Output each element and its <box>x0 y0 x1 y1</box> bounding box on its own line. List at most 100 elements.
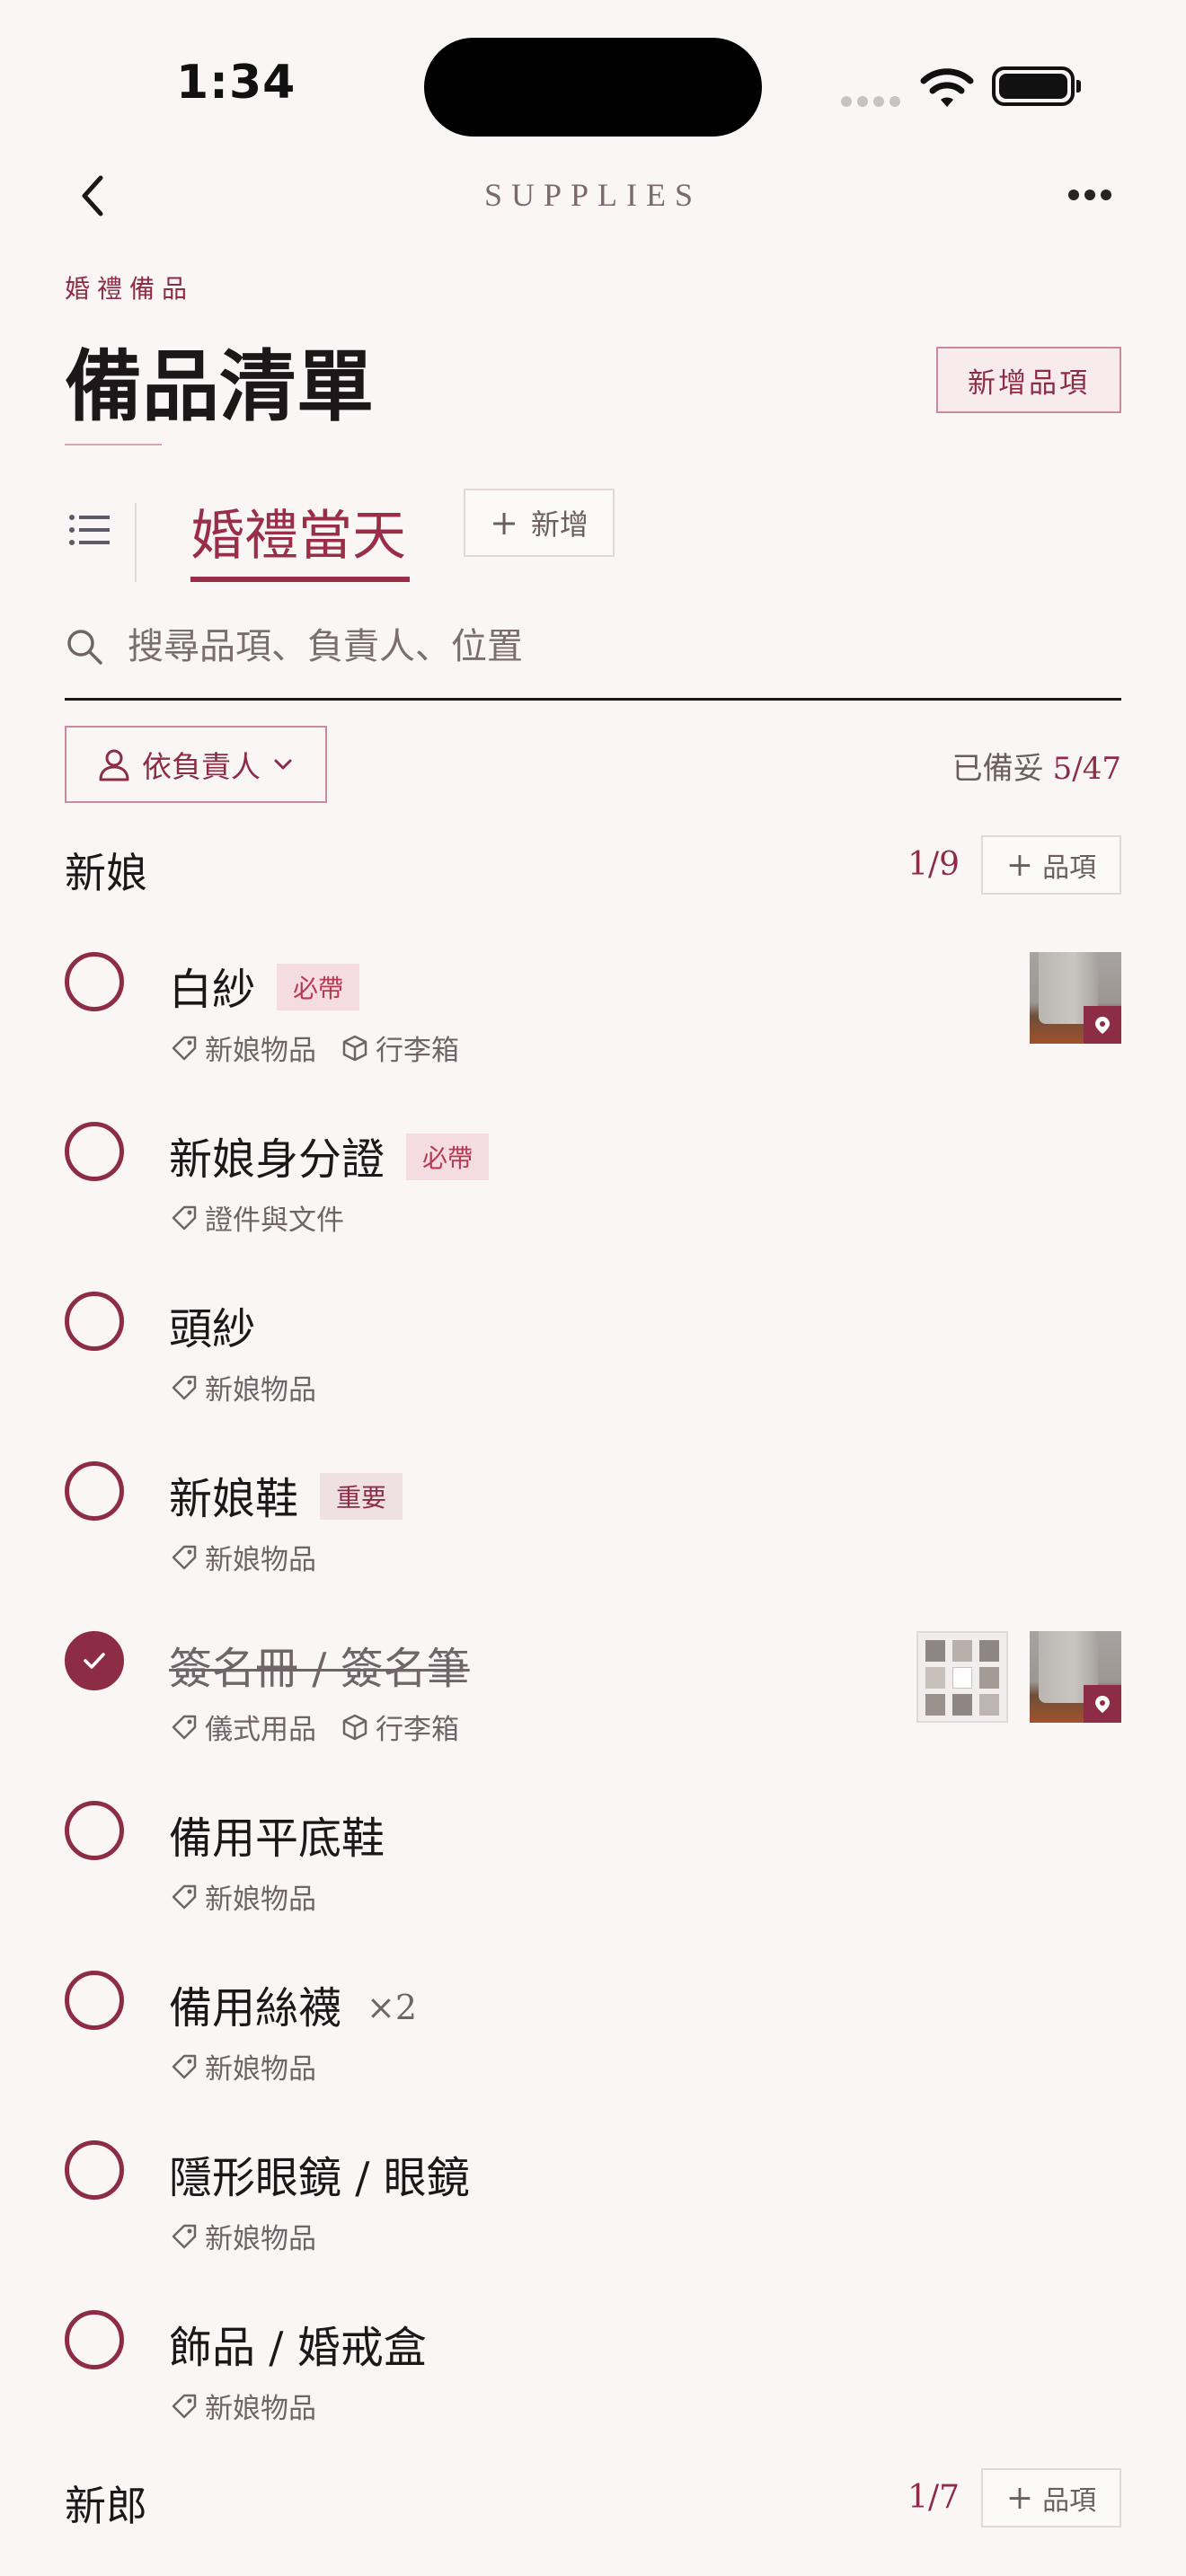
item-meta: 儀式用品 行李箱 <box>169 1707 459 1747</box>
progress-value: 5/47 <box>1052 751 1121 787</box>
add-item-button[interactable]: 新增品項 <box>936 347 1121 413</box>
list-item[interactable]: 備用絲襪 ×2 新娘物品 <box>65 1963 1121 2107</box>
location-pin-icon <box>1084 1685 1121 1723</box>
section-name: 新郎 <box>65 2482 147 2530</box>
list-item[interactable]: 新娘身分證 必帶 證件與文件 <box>65 1115 1121 1258</box>
list-item[interactable]: 頭紗 新娘物品 <box>65 1284 1121 1428</box>
item-name: 頭紗 <box>169 1304 256 1354</box>
search-input[interactable] <box>126 618 1114 675</box>
list-item[interactable]: 白紗 必帶 新娘物品 行李箱 <box>65 945 1121 1089</box>
section-count: 1/7 <box>907 2479 960 2516</box>
item-meta: 新娘物品 <box>169 1876 316 1917</box>
location-pin-icon <box>1084 1006 1121 1044</box>
item-checkbox[interactable] <box>65 952 124 1011</box>
item-category: 新娘物品 <box>205 1374 316 1407</box>
tag-icon <box>172 1545 197 1569</box>
chevron-down-icon <box>274 759 292 770</box>
item-name: 簽名冊 / 簽名筆 <box>169 1644 470 1694</box>
list-item[interactable]: 備用平底鞋 新娘物品 <box>65 1794 1121 1937</box>
box-icon <box>342 1035 367 1061</box>
item-name: 新娘鞋 重要 <box>169 1463 403 1526</box>
section-name: 新娘 <box>65 849 147 897</box>
tab-wedding-day[interactable]: 婚禮當天 <box>190 485 410 582</box>
add-tab-button[interactable]: + 新增 <box>464 489 615 557</box>
item-photo-thumbnail[interactable] <box>1030 1631 1121 1723</box>
add-item-to-section-button[interactable]: + 品項 <box>981 2468 1121 2527</box>
status-bar: 1:34 <box>0 0 1186 171</box>
item-checkbox[interactable] <box>65 1801 124 1860</box>
item-meta: 新娘物品 行李箱 <box>169 1028 459 1068</box>
search-icon <box>67 630 102 665</box>
section-header-bride: 新娘 1/9 + 品項 <box>65 835 1121 898</box>
list-menu-icon[interactable] <box>68 510 111 551</box>
tag-icon <box>172 1375 197 1399</box>
checkmark-icon <box>84 1653 105 1669</box>
tag-icon <box>172 2394 197 2418</box>
tag-icon <box>172 1205 197 1230</box>
section-add-label: 品項 <box>1042 852 1097 884</box>
ready-progress: 已備妥 5/47 <box>952 744 1121 788</box>
cellular-signal-icon <box>841 93 906 110</box>
back-button[interactable] <box>72 171 115 221</box>
item-category: 證件與文件 <box>205 1204 344 1237</box>
dynamic-island <box>424 38 762 137</box>
item-name: 隱形眼鏡 / 眼鏡 <box>169 2153 470 2203</box>
required-badge: 必帶 <box>406 1134 490 1180</box>
item-checkbox[interactable] <box>65 1122 124 1181</box>
section-header-groom: 新郎 1/7 + 品項 <box>65 2468 1121 2531</box>
tag-icon <box>172 2054 197 2078</box>
wifi-icon <box>920 68 974 107</box>
filter-by-owner-button[interactable]: 依負責人 <box>65 726 327 803</box>
item-category: 新娘物品 <box>205 2053 316 2086</box>
item-photo-thumbnail[interactable] <box>1030 952 1121 1044</box>
box-icon <box>342 1714 367 1740</box>
item-checkbox-checked[interactable] <box>65 1631 124 1690</box>
item-checkbox[interactable] <box>65 1971 124 2030</box>
section-add-label: 品項 <box>1042 2485 1097 2517</box>
item-checkbox[interactable] <box>65 1461 124 1521</box>
list-item[interactable]: 新娘鞋 重要 新娘物品 <box>65 1454 1121 1598</box>
ellipsis-icon <box>1068 190 1079 200</box>
item-checkbox[interactable] <box>65 1292 124 1351</box>
more-options-button[interactable] <box>1066 176 1121 212</box>
required-badge: 必帶 <box>277 964 360 1010</box>
important-badge: 重要 <box>320 1473 403 1520</box>
title-underline <box>65 444 162 446</box>
item-meta: 新娘物品 <box>169 1537 316 1577</box>
item-location: 行李箱 <box>376 1714 459 1746</box>
item-category: 新娘物品 <box>205 2393 316 2425</box>
person-icon <box>99 749 129 781</box>
progress-label: 已備妥 <box>951 751 1044 787</box>
list-item[interactable]: 飾品 / 婚戒盒 新娘物品 <box>65 2303 1121 2447</box>
status-time: 1:34 <box>176 56 296 110</box>
item-category: 新娘物品 <box>205 1544 316 1576</box>
item-meta: 新娘物品 <box>169 2386 316 2426</box>
item-category: 新娘物品 <box>205 1035 316 1067</box>
item-checkbox[interactable] <box>65 2310 124 2369</box>
item-name: 備用絲襪 ×2 <box>169 1983 418 2033</box>
plus-icon: + <box>490 503 518 543</box>
list-item[interactable]: 簽名冊 / 簽名筆 儀式用品 行李箱 <box>65 1624 1121 1768</box>
tag-icon <box>172 1036 197 1060</box>
plus-icon: + <box>1005 2479 1034 2517</box>
list-item[interactable]: 隱形眼鏡 / 眼鏡 新娘物品 <box>65 2133 1121 2277</box>
add-item-to-section-button[interactable]: + 品項 <box>981 835 1121 895</box>
add-tab-label: 新增 <box>530 507 589 542</box>
item-photo-thumbnail[interactable] <box>916 1631 1008 1723</box>
item-category: 新娘物品 <box>205 1883 316 1916</box>
item-meta: 新娘物品 <box>169 1367 316 1407</box>
nav-title: SUPPLIES <box>483 177 703 213</box>
page-eyebrow: 婚禮備品 <box>65 274 195 304</box>
tag-icon <box>172 1884 197 1909</box>
page-title: 備品清單 <box>65 341 374 432</box>
item-name: 備用平底鞋 <box>169 1813 385 1864</box>
item-name: 白紗 必帶 <box>169 954 360 1017</box>
tag-icon <box>172 1715 197 1739</box>
filter-label: 依負責人 <box>142 749 261 784</box>
item-meta: 證件與文件 <box>169 1197 344 1238</box>
item-name: 新娘身分證 必帶 <box>169 1124 490 1187</box>
item-quantity: ×2 <box>367 1988 418 2027</box>
item-checkbox[interactable] <box>65 2140 124 2200</box>
search-bar <box>65 614 1121 701</box>
tag-icon <box>172 2224 197 2248</box>
